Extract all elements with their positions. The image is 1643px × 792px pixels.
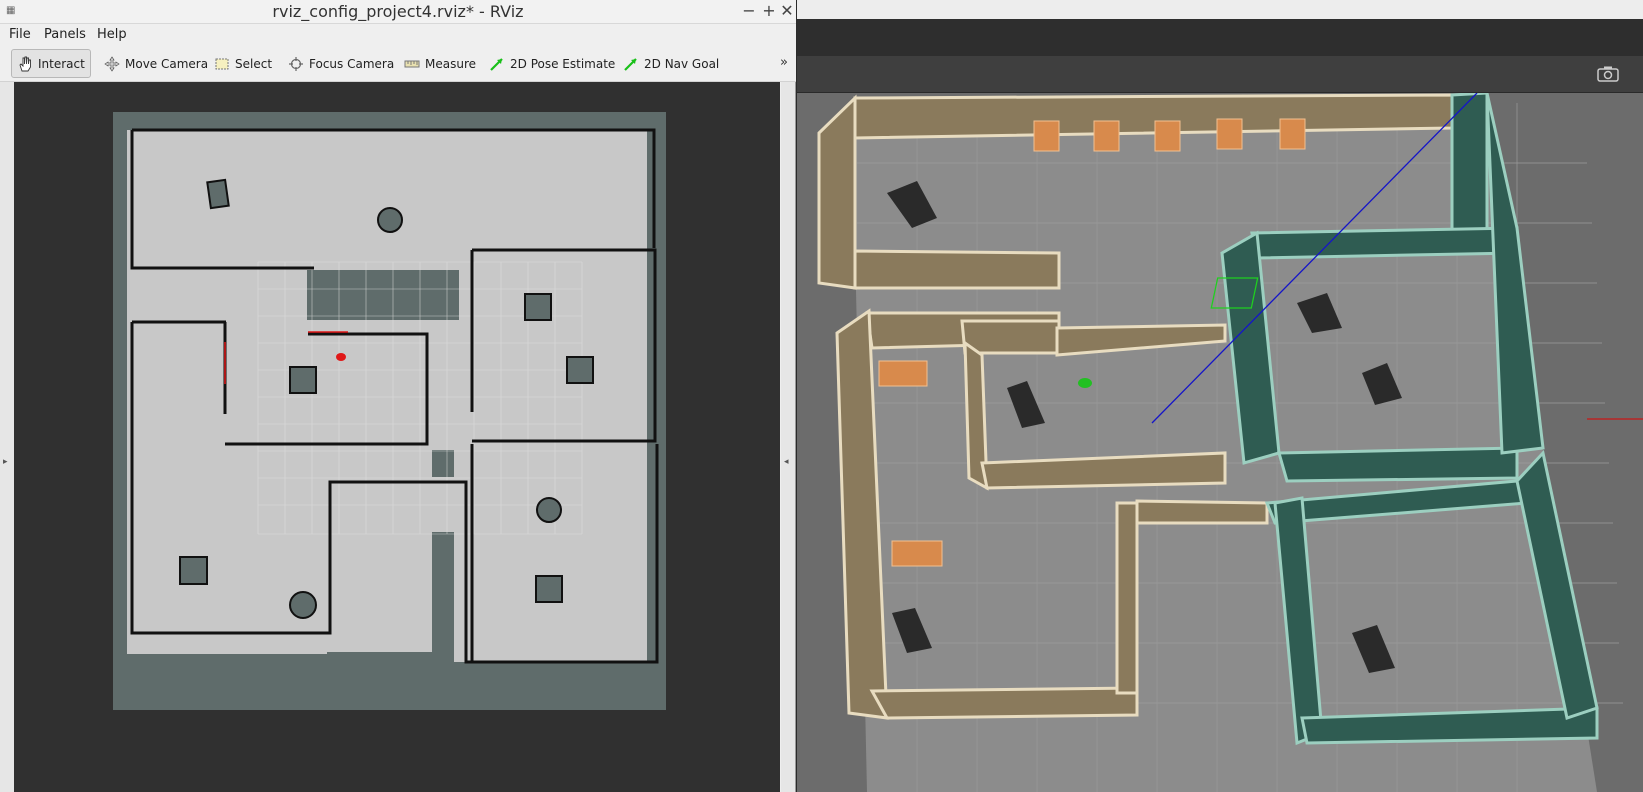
rviz-3d-view[interactable]: [14, 82, 780, 792]
gazebo-window: [797, 0, 1643, 792]
expand-left-icon: ▸: [3, 457, 8, 467]
interact-tool[interactable]: Interact: [11, 49, 91, 78]
left-panel-handle[interactable]: ▸: [0, 82, 14, 792]
focus-camera-label: Focus Camera: [309, 56, 395, 71]
select-icon: [215, 58, 229, 69]
green-arrow-icon: [624, 57, 637, 71]
title-bar: ▦ rviz_config_project4.rviz* - RViz − + …: [0, 0, 796, 24]
measure-label: Measure: [425, 56, 476, 71]
menu-bar: File Panels Help: [0, 24, 796, 46]
gazebo-3d-scene[interactable]: [797, 93, 1643, 792]
green-arrow-icon: [490, 57, 503, 71]
more-tools-button[interactable]: »: [780, 55, 788, 70]
occupancy-map[interactable]: [14, 82, 780, 792]
menu-panels[interactable]: Panels: [44, 27, 86, 42]
move-camera-label: Move Camera: [125, 56, 209, 71]
rviz-window: ▦ rviz_config_project4.rviz* - RViz − + …: [0, 0, 796, 792]
select-label: Select: [235, 56, 273, 71]
minimize-button[interactable]: −: [740, 1, 758, 21]
pose-estimate-tool[interactable]: 2D Pose Estimate: [484, 49, 620, 78]
ruler-icon: [404, 60, 420, 67]
move-camera-tool[interactable]: Move Camera: [99, 49, 213, 78]
gazebo-toolbar: [797, 56, 1643, 93]
select-tool[interactable]: Select: [209, 49, 277, 78]
maximize-button[interactable]: +: [760, 1, 778, 21]
tool-bar: Interact Move Camera Select Focus Camera…: [0, 46, 796, 82]
measure-tool[interactable]: Measure: [399, 49, 481, 78]
nav-goal-label: 2D Nav Goal: [644, 56, 720, 71]
gazebo-header: [797, 19, 1643, 56]
window-title: rviz_config_project4.rviz* - RViz: [272, 2, 524, 21]
menu-file[interactable]: File: [9, 27, 31, 42]
nav-goal-tool[interactable]: 2D Nav Goal: [618, 49, 724, 78]
robot-marker[interactable]: [336, 353, 346, 361]
right-panel-handle[interactable]: ◂: [781, 82, 795, 792]
expand-right-icon: ◂: [784, 457, 789, 467]
hand-icon: [19, 56, 31, 71]
robot-model[interactable]: [1078, 378, 1092, 388]
camera-icon[interactable]: [1597, 66, 1619, 82]
focus-camera-icon: [289, 56, 303, 71]
focus-camera-tool[interactable]: Focus Camera: [283, 49, 399, 78]
close-button[interactable]: ✕: [778, 1, 796, 21]
menu-help[interactable]: Help: [97, 27, 127, 42]
pose-estimate-label: 2D Pose Estimate: [510, 56, 616, 71]
move-camera-icon: [104, 55, 120, 72]
interact-label: Interact: [38, 56, 85, 71]
gazebo-title-strip: [797, 0, 1643, 19]
